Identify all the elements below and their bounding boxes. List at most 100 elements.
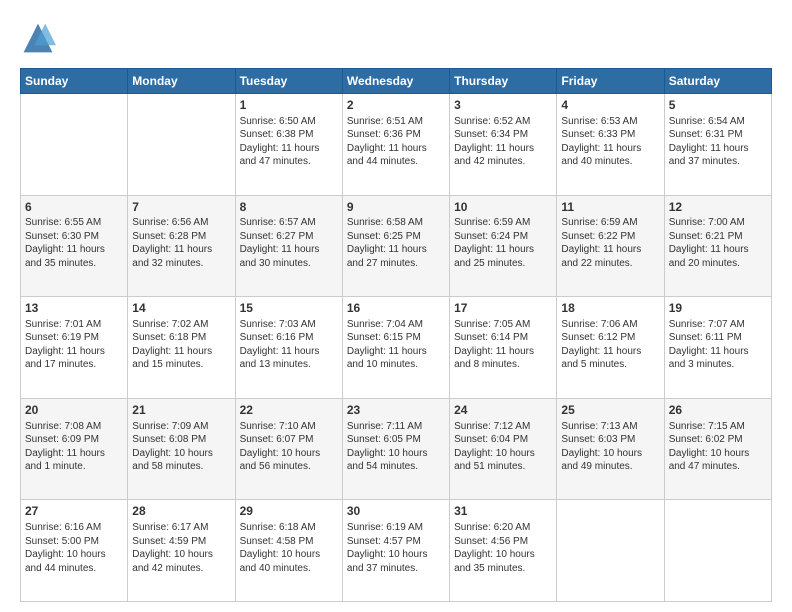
table-cell: 8Sunrise: 6:57 AMSunset: 6:27 PMDaylight… <box>235 195 342 297</box>
page: Sunday Monday Tuesday Wednesday Thursday… <box>0 0 792 612</box>
logo <box>20 20 60 56</box>
day-info: Sunrise: 7:02 AMSunset: 6:18 PMDaylight:… <box>132 318 230 372</box>
table-cell: 26Sunrise: 7:15 AMSunset: 6:02 PMDayligh… <box>664 398 771 500</box>
day-info: Sunrise: 6:56 AMSunset: 6:28 PMDaylight:… <box>132 216 230 270</box>
table-cell: 30Sunrise: 6:19 AMSunset: 4:57 PMDayligh… <box>342 500 449 602</box>
day-info: Sunrise: 7:00 AMSunset: 6:21 PMDaylight:… <box>669 216 767 270</box>
day-number: 22 <box>240 402 338 419</box>
day-number: 1 <box>240 97 338 114</box>
day-info: Sunrise: 7:08 AMSunset: 6:09 PMDaylight:… <box>25 420 123 474</box>
calendar-table: Sunday Monday Tuesday Wednesday Thursday… <box>20 68 772 602</box>
day-info: Sunrise: 7:11 AMSunset: 6:05 PMDaylight:… <box>347 420 445 474</box>
day-number: 20 <box>25 402 123 419</box>
day-info: Sunrise: 6:57 AMSunset: 6:27 PMDaylight:… <box>240 216 338 270</box>
day-number: 6 <box>25 199 123 216</box>
day-number: 24 <box>454 402 552 419</box>
day-info: Sunrise: 7:12 AMSunset: 6:04 PMDaylight:… <box>454 420 552 474</box>
day-number: 5 <box>669 97 767 114</box>
day-info: Sunrise: 6:51 AMSunset: 6:36 PMDaylight:… <box>347 115 445 169</box>
day-info: Sunrise: 7:09 AMSunset: 6:08 PMDaylight:… <box>132 420 230 474</box>
col-thursday: Thursday <box>450 69 557 94</box>
day-info: Sunrise: 7:05 AMSunset: 6:14 PMDaylight:… <box>454 318 552 372</box>
day-info: Sunrise: 6:50 AMSunset: 6:38 PMDaylight:… <box>240 115 338 169</box>
header <box>20 20 772 56</box>
day-info: Sunrise: 6:16 AMSunset: 5:00 PMDaylight:… <box>25 521 123 575</box>
table-cell: 18Sunrise: 7:06 AMSunset: 6:12 PMDayligh… <box>557 297 664 399</box>
col-tuesday: Tuesday <box>235 69 342 94</box>
day-number: 28 <box>132 503 230 520</box>
logo-icon <box>20 20 56 56</box>
day-info: Sunrise: 7:01 AMSunset: 6:19 PMDaylight:… <box>25 318 123 372</box>
calendar-week-row: 1Sunrise: 6:50 AMSunset: 6:38 PMDaylight… <box>21 94 772 196</box>
table-cell: 13Sunrise: 7:01 AMSunset: 6:19 PMDayligh… <box>21 297 128 399</box>
day-number: 10 <box>454 199 552 216</box>
day-number: 2 <box>347 97 445 114</box>
table-cell: 12Sunrise: 7:00 AMSunset: 6:21 PMDayligh… <box>664 195 771 297</box>
table-cell: 16Sunrise: 7:04 AMSunset: 6:15 PMDayligh… <box>342 297 449 399</box>
day-info: Sunrise: 6:54 AMSunset: 6:31 PMDaylight:… <box>669 115 767 169</box>
day-info: Sunrise: 7:10 AMSunset: 6:07 PMDaylight:… <box>240 420 338 474</box>
table-cell: 2Sunrise: 6:51 AMSunset: 6:36 PMDaylight… <box>342 94 449 196</box>
table-cell: 23Sunrise: 7:11 AMSunset: 6:05 PMDayligh… <box>342 398 449 500</box>
calendar-week-row: 13Sunrise: 7:01 AMSunset: 6:19 PMDayligh… <box>21 297 772 399</box>
calendar-week-row: 6Sunrise: 6:55 AMSunset: 6:30 PMDaylight… <box>21 195 772 297</box>
day-number: 13 <box>25 300 123 317</box>
day-number: 9 <box>347 199 445 216</box>
calendar-header-row: Sunday Monday Tuesday Wednesday Thursday… <box>21 69 772 94</box>
day-number: 30 <box>347 503 445 520</box>
table-cell: 25Sunrise: 7:13 AMSunset: 6:03 PMDayligh… <box>557 398 664 500</box>
day-number: 12 <box>669 199 767 216</box>
day-info: Sunrise: 7:15 AMSunset: 6:02 PMDaylight:… <box>669 420 767 474</box>
day-info: Sunrise: 6:55 AMSunset: 6:30 PMDaylight:… <box>25 216 123 270</box>
table-cell: 21Sunrise: 7:09 AMSunset: 6:08 PMDayligh… <box>128 398 235 500</box>
day-info: Sunrise: 6:20 AMSunset: 4:56 PMDaylight:… <box>454 521 552 575</box>
day-number: 7 <box>132 199 230 216</box>
col-sunday: Sunday <box>21 69 128 94</box>
table-cell: 17Sunrise: 7:05 AMSunset: 6:14 PMDayligh… <box>450 297 557 399</box>
day-number: 26 <box>669 402 767 419</box>
day-number: 25 <box>561 402 659 419</box>
day-number: 16 <box>347 300 445 317</box>
day-info: Sunrise: 7:03 AMSunset: 6:16 PMDaylight:… <box>240 318 338 372</box>
day-number: 23 <box>347 402 445 419</box>
day-number: 31 <box>454 503 552 520</box>
day-number: 29 <box>240 503 338 520</box>
calendar-week-row: 20Sunrise: 7:08 AMSunset: 6:09 PMDayligh… <box>21 398 772 500</box>
table-cell: 5Sunrise: 6:54 AMSunset: 6:31 PMDaylight… <box>664 94 771 196</box>
day-number: 15 <box>240 300 338 317</box>
table-cell: 31Sunrise: 6:20 AMSunset: 4:56 PMDayligh… <box>450 500 557 602</box>
table-cell: 10Sunrise: 6:59 AMSunset: 6:24 PMDayligh… <box>450 195 557 297</box>
day-number: 17 <box>454 300 552 317</box>
table-cell: 14Sunrise: 7:02 AMSunset: 6:18 PMDayligh… <box>128 297 235 399</box>
day-info: Sunrise: 7:04 AMSunset: 6:15 PMDaylight:… <box>347 318 445 372</box>
day-number: 14 <box>132 300 230 317</box>
table-cell <box>21 94 128 196</box>
table-cell: 9Sunrise: 6:58 AMSunset: 6:25 PMDaylight… <box>342 195 449 297</box>
table-cell: 11Sunrise: 6:59 AMSunset: 6:22 PMDayligh… <box>557 195 664 297</box>
table-cell: 22Sunrise: 7:10 AMSunset: 6:07 PMDayligh… <box>235 398 342 500</box>
table-cell: 3Sunrise: 6:52 AMSunset: 6:34 PMDaylight… <box>450 94 557 196</box>
table-cell <box>664 500 771 602</box>
day-number: 8 <box>240 199 338 216</box>
day-info: Sunrise: 6:17 AMSunset: 4:59 PMDaylight:… <box>132 521 230 575</box>
day-number: 18 <box>561 300 659 317</box>
table-cell: 29Sunrise: 6:18 AMSunset: 4:58 PMDayligh… <box>235 500 342 602</box>
day-info: Sunrise: 6:53 AMSunset: 6:33 PMDaylight:… <box>561 115 659 169</box>
day-info: Sunrise: 7:13 AMSunset: 6:03 PMDaylight:… <box>561 420 659 474</box>
col-friday: Friday <box>557 69 664 94</box>
table-cell: 28Sunrise: 6:17 AMSunset: 4:59 PMDayligh… <box>128 500 235 602</box>
day-number: 11 <box>561 199 659 216</box>
table-cell: 1Sunrise: 6:50 AMSunset: 6:38 PMDaylight… <box>235 94 342 196</box>
calendar-week-row: 27Sunrise: 6:16 AMSunset: 5:00 PMDayligh… <box>21 500 772 602</box>
table-cell: 24Sunrise: 7:12 AMSunset: 6:04 PMDayligh… <box>450 398 557 500</box>
table-cell: 4Sunrise: 6:53 AMSunset: 6:33 PMDaylight… <box>557 94 664 196</box>
table-cell: 27Sunrise: 6:16 AMSunset: 5:00 PMDayligh… <box>21 500 128 602</box>
day-info: Sunrise: 6:58 AMSunset: 6:25 PMDaylight:… <box>347 216 445 270</box>
table-cell: 7Sunrise: 6:56 AMSunset: 6:28 PMDaylight… <box>128 195 235 297</box>
day-info: Sunrise: 7:06 AMSunset: 6:12 PMDaylight:… <box>561 318 659 372</box>
day-number: 27 <box>25 503 123 520</box>
day-number: 19 <box>669 300 767 317</box>
col-monday: Monday <box>128 69 235 94</box>
day-info: Sunrise: 6:52 AMSunset: 6:34 PMDaylight:… <box>454 115 552 169</box>
day-info: Sunrise: 6:59 AMSunset: 6:24 PMDaylight:… <box>454 216 552 270</box>
